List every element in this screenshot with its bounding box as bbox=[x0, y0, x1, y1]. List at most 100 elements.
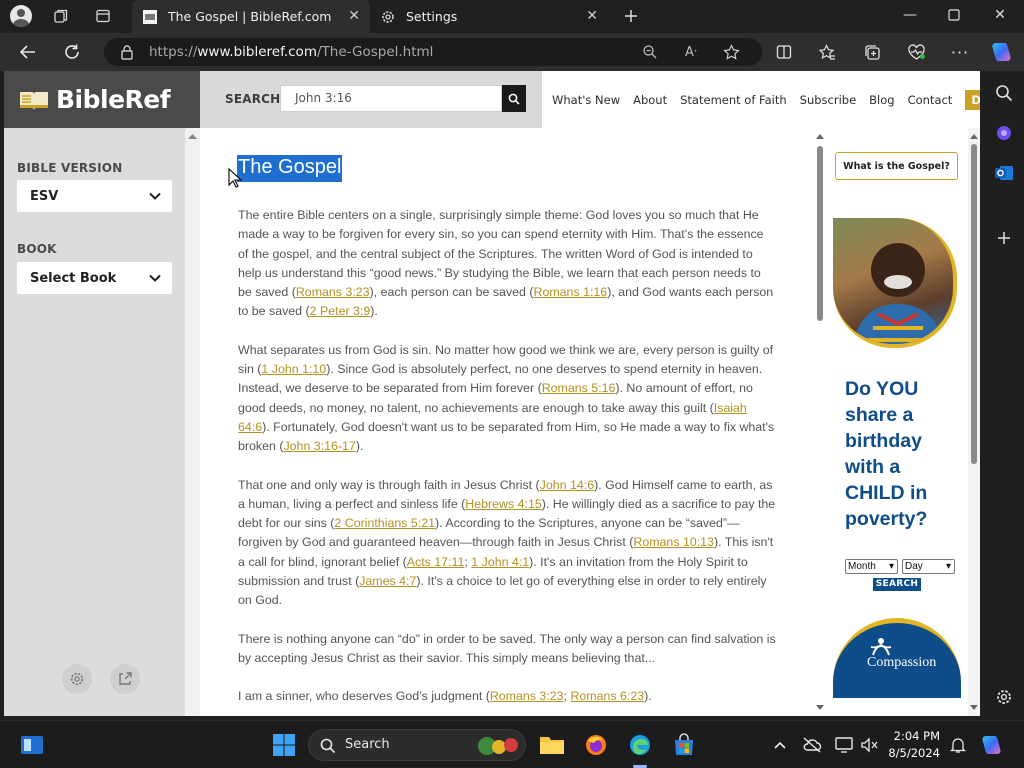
verse-link[interactable]: Hebrews 4:15 bbox=[465, 497, 541, 511]
donate-button[interactable]: Donate bbox=[965, 89, 980, 110]
nav-statement-of-faith[interactable]: Statement of Faith bbox=[680, 93, 787, 107]
firefox-icon[interactable] bbox=[582, 731, 610, 759]
what-is-the-gospel-button[interactable]: What is the Gospel? bbox=[835, 152, 958, 180]
more-icon[interactable]: ··· bbox=[948, 41, 972, 63]
copilot-icon[interactable] bbox=[990, 41, 1014, 63]
inner-scrollbar[interactable] bbox=[815, 128, 825, 716]
scroll-up-arrow-icon[interactable] bbox=[815, 131, 825, 141]
add-sidebar-app-icon[interactable] bbox=[992, 226, 1016, 250]
zoom-icon[interactable] bbox=[639, 42, 661, 62]
verse-link[interactable]: 1 John 4:1 bbox=[471, 555, 529, 569]
minimize-icon[interactable]: — bbox=[890, 2, 930, 28]
verse-link[interactable]: Romans 1:16 bbox=[534, 285, 608, 299]
day-select[interactable]: Day ▾ bbox=[902, 559, 955, 574]
search-input[interactable]: John 3:16 bbox=[280, 85, 502, 112]
chevron-up-icon[interactable] bbox=[766, 731, 794, 759]
nav-blog[interactable]: Blog bbox=[869, 93, 894, 107]
performance-icon[interactable] bbox=[904, 41, 928, 63]
page-scrollbar[interactable] bbox=[968, 128, 980, 716]
collections-icon[interactable] bbox=[860, 41, 884, 63]
sidebar-settings-gear-icon[interactable] bbox=[992, 685, 1016, 709]
workspaces-icon[interactable] bbox=[48, 4, 74, 28]
verse-link[interactable]: John 14:6 bbox=[540, 478, 594, 492]
verse-link[interactable]: 1 John 1:10 bbox=[261, 362, 326, 376]
windows-start-icon[interactable] bbox=[270, 731, 298, 759]
scroll-thumb[interactable] bbox=[817, 146, 823, 321]
site-header: BibleRef SEARCH John 3:16 What's New Abo… bbox=[4, 71, 980, 128]
new-tab-icon[interactable] bbox=[618, 4, 644, 28]
bible-version-select[interactable]: ESV bbox=[17, 180, 172, 212]
outlook-icon[interactable] bbox=[992, 161, 1016, 185]
tab-bibleref[interactable]: The Gospel | BibleRef.com ✕ bbox=[132, 0, 370, 33]
edge-browser-icon[interactable] bbox=[626, 731, 654, 759]
read-aloud-icon[interactable]: Aᐩ bbox=[680, 42, 702, 62]
verse-link[interactable]: Romans 3:23 bbox=[490, 689, 564, 703]
microsoft-store-icon[interactable] bbox=[670, 731, 698, 759]
verse-link[interactable]: 2 Corinthians 5:21 bbox=[334, 516, 435, 530]
file-explorer-icon[interactable] bbox=[538, 731, 566, 759]
site-logo[interactable]: BibleRef bbox=[4, 71, 200, 128]
verse-link[interactable]: Romans 3:23 bbox=[296, 285, 370, 299]
compassion-figure-icon bbox=[870, 638, 892, 656]
search-button[interactable] bbox=[502, 85, 526, 112]
task-view-widget-icon[interactable] bbox=[18, 731, 46, 759]
favorites-icon[interactable] bbox=[815, 41, 839, 63]
cloud-off-icon[interactable] bbox=[798, 731, 826, 759]
verse-link[interactable]: James 4:7 bbox=[359, 574, 416, 588]
settings-gear-icon[interactable] bbox=[62, 664, 92, 694]
copilot-taskbar-icon[interactable] bbox=[978, 731, 1006, 759]
scroll-up-arrow-icon[interactable] bbox=[968, 131, 980, 141]
ad-search-button[interactable]: SEARCH bbox=[873, 578, 921, 591]
nav-whats-new[interactable]: What's New bbox=[552, 93, 620, 107]
article-scrollbar[interactable] bbox=[185, 128, 200, 716]
scroll-up-arrow-icon[interactable] bbox=[185, 130, 200, 142]
verse-link[interactable]: Romans 10:13 bbox=[633, 535, 714, 549]
maximize-icon[interactable] bbox=[934, 2, 974, 28]
refresh-icon[interactable] bbox=[58, 39, 86, 65]
verse-link[interactable]: John 3:16-17 bbox=[283, 439, 355, 453]
verse-link[interactable]: 2 Peter 3:9 bbox=[310, 304, 371, 318]
lock-icon[interactable] bbox=[116, 42, 138, 62]
article-body: The entire Bible centers on a single, su… bbox=[238, 206, 776, 716]
clock-date[interactable]: 8/5/2024 bbox=[880, 746, 940, 760]
search-icon[interactable] bbox=[992, 81, 1016, 105]
clock-time[interactable]: 2:04 PM bbox=[880, 729, 940, 743]
taskbar-search[interactable]: Search bbox=[308, 729, 526, 761]
chevron-down-icon bbox=[149, 274, 161, 282]
tab-settings[interactable]: Settings ✕ bbox=[370, 0, 608, 33]
copilot-sidebar-icon[interactable] bbox=[992, 121, 1016, 145]
display-icon[interactable] bbox=[830, 731, 858, 759]
split-screen-icon[interactable] bbox=[772, 41, 796, 63]
share-icon[interactable] bbox=[110, 664, 140, 694]
favorite-star-icon[interactable] bbox=[720, 42, 742, 62]
search-icon bbox=[320, 738, 336, 754]
nav-subscribe[interactable]: Subscribe bbox=[800, 93, 857, 107]
tab-actions-icon[interactable] bbox=[90, 4, 116, 28]
book-label: BOOK bbox=[17, 242, 57, 256]
scroll-down-arrow-icon[interactable] bbox=[968, 703, 980, 713]
edge-sidebar bbox=[984, 71, 1024, 718]
nav-about[interactable]: About bbox=[633, 93, 667, 107]
address-bar[interactable]: https://www.bibleref.com/The-Gospel.html… bbox=[104, 38, 762, 66]
compassion-logo[interactable]: Compassion bbox=[833, 618, 961, 698]
close-tab-icon[interactable]: ✕ bbox=[586, 8, 598, 24]
verse-link[interactable]: Romans 5:16 bbox=[542, 381, 616, 395]
scroll-thumb[interactable] bbox=[971, 144, 977, 464]
close-window-icon[interactable]: ✕ bbox=[980, 2, 1020, 28]
profile-icon[interactable] bbox=[8, 4, 34, 28]
nav-contact[interactable]: Contact bbox=[908, 93, 953, 107]
verse-link[interactable]: Romans 6:23 bbox=[570, 689, 644, 703]
book-value: Select Book bbox=[30, 270, 117, 286]
back-icon[interactable] bbox=[14, 39, 42, 65]
month-select[interactable]: Month ▾ bbox=[845, 559, 898, 574]
scroll-down-arrow-icon[interactable] bbox=[815, 703, 825, 713]
notification-bell-icon[interactable] bbox=[944, 731, 972, 759]
book-select[interactable]: Select Book bbox=[17, 262, 172, 294]
verse-link[interactable]: Acts 17:11 bbox=[407, 555, 465, 569]
article-paragraph: That one and only way is through faith i… bbox=[238, 477, 776, 608]
logo-text: BibleRef bbox=[56, 85, 171, 114]
article-paragraph: What separates us from God is sin. No ma… bbox=[238, 342, 775, 454]
chevron-down-icon bbox=[149, 192, 161, 200]
close-tab-icon[interactable]: ✕ bbox=[348, 8, 360, 24]
child-photo bbox=[833, 218, 957, 348]
